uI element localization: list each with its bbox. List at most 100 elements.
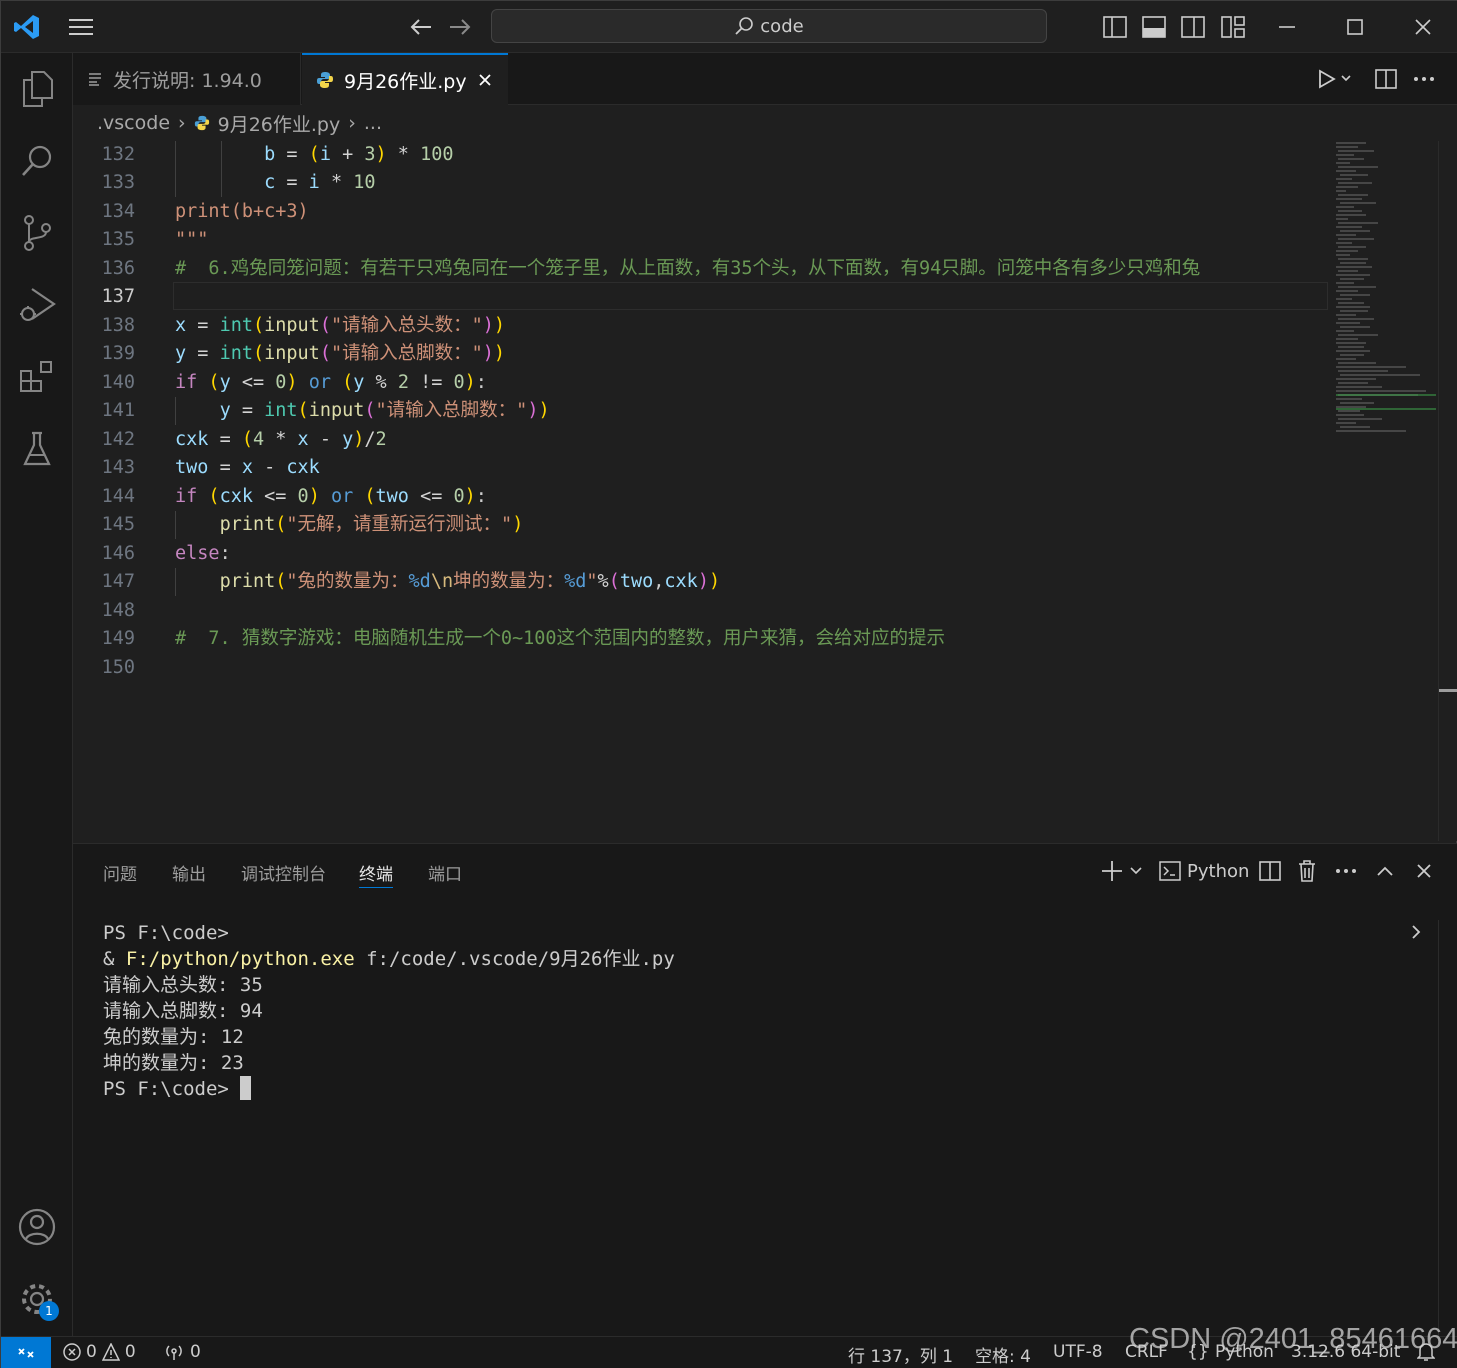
ports-count: 0 (190, 1342, 201, 1362)
terminal-output[interactable]: PS F:\code> & F:/python/python.exe f:/cod… (103, 920, 675, 1102)
minimize-icon[interactable] (1273, 13, 1301, 41)
code-line: print("无解，请重新运行测试：") (219, 514, 524, 535)
encoding-status[interactable]: UTF-8 (1053, 1342, 1103, 1362)
close-window-icon[interactable] (1409, 13, 1437, 41)
warning-icon (101, 1343, 120, 1361)
error-icon (63, 1343, 81, 1361)
line-number: 144 (101, 486, 135, 507)
code-line: # 6.鸡兔同笼问题：有若干只鸡兔同在一个笼子里，从上面数，有35个头，从下面数… (175, 258, 1201, 279)
preview-list-icon (89, 73, 101, 86)
line-number: 137 (101, 286, 135, 307)
code-line: two = x - cxk (175, 457, 320, 478)
line-number: 148 (101, 600, 135, 621)
forward-arrow-icon[interactable] (446, 13, 474, 41)
breadcrumb-file[interactable]: 9月26作业.py (218, 110, 341, 137)
line-number: 146 (101, 543, 135, 564)
minimap[interactable] (1328, 141, 1438, 841)
tab-problems[interactable]: 问题 (103, 860, 137, 888)
back-arrow-icon[interactable] (407, 13, 435, 41)
forwarded-ports-status[interactable]: 0 (164, 1342, 201, 1362)
line-number: 140 (101, 372, 135, 393)
python-file-icon (194, 115, 209, 131)
toggle-panel-icon[interactable] (1140, 13, 1168, 41)
chevron-right-icon: › (348, 112, 356, 134)
line-number: 147 (101, 571, 135, 592)
menu-icon[interactable] (67, 13, 95, 41)
tab-output[interactable]: 输出 (172, 860, 206, 888)
tab-ports[interactable]: 端口 (428, 860, 462, 888)
more-actions-icon[interactable] (1335, 856, 1357, 886)
toggle-secondary-sidebar-icon[interactable] (1179, 13, 1207, 41)
tab-label: 发行说明: 1.94.0 (113, 69, 262, 92)
new-terminal-button[interactable] (1101, 856, 1143, 886)
customize-layout-icon[interactable] (1219, 13, 1247, 41)
run-python-file-icon[interactable] (1313, 65, 1355, 93)
indentation-status[interactable]: 空格: 4 (975, 1342, 1031, 1367)
line-number: 135 (101, 229, 135, 250)
terminal-icon (1159, 861, 1181, 881)
line-number: 138 (101, 315, 135, 336)
line-number: 141 (101, 400, 135, 421)
tab-release-notes[interactable]: 发行说明: 1.94.0 (73, 53, 301, 105)
update-badge: 1 (39, 1301, 59, 1321)
close-panel-icon[interactable] (1416, 856, 1432, 886)
search-icon (735, 17, 754, 35)
code-line: c = i * 10 (264, 172, 376, 193)
kill-terminal-trash-icon[interactable] (1297, 856, 1317, 886)
split-terminal-icon[interactable] (1259, 856, 1281, 886)
breadcrumb-folder[interactable]: .vscode (97, 112, 170, 134)
chevron-down-icon (1130, 867, 1142, 875)
code-line: if (cxk <= 0) or (two <= 0): (175, 486, 487, 507)
command-center-search[interactable]: code (491, 9, 1047, 43)
bottom-panel: 问题 输出 调试控制台 终端 端口 Python PS F:\code> & F… (73, 843, 1457, 1337)
testing-flask-icon[interactable] (15, 427, 59, 471)
minimap-preview (1336, 142, 1436, 432)
maximize-icon[interactable] (1341, 13, 1369, 41)
tab-debug-console[interactable]: 调试控制台 (241, 860, 326, 888)
code-editor[interactable]: 132 b = (i + 3) * 100 133 c = i * 10 134… (73, 141, 1328, 841)
terminal-line: PS F:\code> (103, 922, 229, 944)
terminal-profile-label: Python (1187, 860, 1250, 882)
broadcast-icon (166, 1345, 182, 1360)
terminal-line: PS F:\code> (103, 1076, 675, 1102)
line-number: 133 (101, 172, 135, 193)
terminal-cursor (240, 1076, 252, 1100)
panel-tab-bar: 问题 输出 调试控制台 终端 端口 Python (73, 844, 1457, 900)
extensions-icon[interactable] (15, 355, 59, 399)
code-line: print(b+c+3) (175, 201, 309, 222)
breadcrumb: .vscode › 9月26作业.py › ... (73, 105, 1457, 141)
terminal-line: 坤的数量为: 23 (103, 1052, 244, 1074)
code-line: cxk = (4 * x - y)/2 (175, 429, 387, 450)
terminal-scrollbar[interactable] (1438, 920, 1457, 1337)
breadcrumb-symbols[interactable]: ... (364, 112, 382, 134)
problems-status[interactable]: 0 0 (63, 1342, 136, 1362)
code-line: x = int(input("请输入总头数：")) (175, 315, 506, 336)
maximize-panel-chevron-up-icon[interactable] (1376, 856, 1394, 886)
code-line: y = int(input("请输入总脚数：")) (175, 343, 506, 364)
tab-python-file[interactable]: 9月26作业.py (302, 53, 508, 105)
scroll-position-marker (1439, 689, 1457, 692)
accounts-icon[interactable] (15, 1205, 59, 1249)
editor-scrollbar[interactable] (1438, 141, 1457, 841)
code-line: b = (i + 3) * 100 (264, 144, 454, 165)
run-and-debug-icon[interactable] (15, 283, 59, 327)
line-number: 149 (101, 628, 135, 649)
source-control-icon[interactable] (15, 211, 59, 255)
terminal-tabs-expand-chevron-icon[interactable] (1410, 924, 1422, 944)
terminal-profile-python[interactable]: Python (1159, 856, 1249, 886)
search-view-icon[interactable] (15, 139, 59, 183)
split-editor-icon[interactable] (1372, 65, 1400, 93)
terminal-line: 请输入总头数: 35 (103, 974, 263, 996)
manage-gear-icon[interactable]: 1 (15, 1277, 59, 1321)
remote-indicator-icon[interactable] (1, 1337, 51, 1368)
cursor-position[interactable]: 行 137，列 1 (848, 1342, 953, 1367)
terminal-line: & F:/python/python.exe f:/code/.vscode/9… (103, 948, 675, 970)
tab-terminal[interactable]: 终端 (359, 860, 393, 888)
explorer-icon[interactable] (15, 67, 59, 111)
close-tab-icon[interactable] (477, 72, 493, 88)
more-actions-icon[interactable] (1410, 65, 1438, 93)
code-line: print("兔的数量为：%d\n坤的数量为：%d"%(two,cxk)) (219, 571, 721, 592)
csdn-watermark: CSDN @2401_85461664 (1129, 1323, 1457, 1355)
error-count: 0 (86, 1342, 97, 1362)
toggle-primary-sidebar-icon[interactable] (1101, 13, 1129, 41)
